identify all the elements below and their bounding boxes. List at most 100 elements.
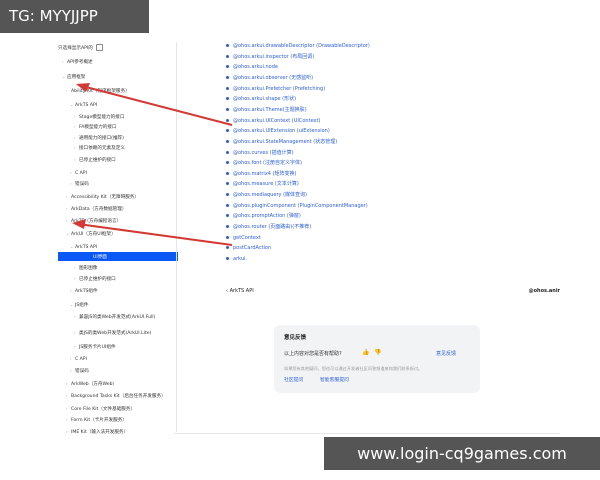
api-link-text[interactable]: @ohos.arkui.UIExtension (uiExtension) (233, 128, 330, 134)
sidebar-item[interactable]: › 通用能力的接口(推荐) (58, 133, 124, 142)
feedback-suggest-link[interactable]: 意见反馈 (436, 350, 456, 357)
sidebar-item-label: Background Tasks Kit（后台任务开发服务） (71, 394, 166, 399)
sidebar-item[interactable]: › Form Kit（卡片开发服务） (58, 415, 127, 424)
thumb-down-icon[interactable]: 👎 (374, 349, 382, 357)
bullet-icon (226, 97, 229, 101)
sidebar-item-label: 类JS的类Web开发范式(ArkUI.Lite) (79, 331, 152, 336)
sidebar-item[interactable]: › Accessibility Kit（无障碍服务） (58, 192, 139, 201)
sidebar-item[interactable]: › 错误码 (58, 179, 89, 188)
api-filter-toggle[interactable]: 只选择显示API的 (58, 44, 104, 53)
sidebar-item[interactable]: › 图形图像 (58, 263, 97, 272)
sidebar-item[interactable]: › 类JS的类Web开发范式(ArkUI.Lite) (58, 328, 151, 337)
api-link-item[interactable]: @ohos.arkui.UIContext (UIContext) (226, 117, 320, 126)
api-link-item[interactable]: @ohos.pluginComponent (PluginComponentMa… (226, 202, 368, 211)
api-link-text[interactable]: postCardAction (233, 245, 271, 251)
sidebar-item[interactable]: › ArkWeb（方舟Web） (58, 379, 117, 388)
sidebar-item[interactable]: › JS服务卡片UI组件 (58, 342, 116, 351)
api-link-text[interactable]: @ohos.router (页面路由)(不推荐) (233, 224, 311, 230)
api-link-text[interactable]: @ohos.font (注册自定义字体) (233, 160, 302, 166)
sidebar-item-label: Accessibility Kit（无障碍服务） (71, 195, 139, 200)
sidebar-item[interactable]: ⌄ ArkUI（方舟UI框架） (58, 229, 116, 238)
api-link-text[interactable]: @ohos.mediaquery (媒体查询) (233, 192, 307, 198)
api-link-text[interactable]: @ohos.arkui.UIContext (UIContext) (233, 118, 320, 124)
sidebar-item-label: FA模型能力的接口 (79, 125, 117, 130)
api-link-item[interactable]: @ohos.matrix4 (矩阵变换) (226, 170, 296, 179)
api-link-item[interactable]: @ohos.arkui.inspector (布局回调) (226, 53, 314, 62)
sidebar-item[interactable]: › ArkTS组件 (58, 286, 98, 295)
sidebar-item[interactable]: › Core File Kit（文件基础服务） (58, 404, 135, 413)
api-link-item[interactable]: @ohos.arkui.UIExtension (uiExtension) (226, 127, 330, 136)
sidebar-item[interactable]: › 兼容JS的类Web开发范式(ArkUI.Full) (58, 312, 155, 321)
api-link-text[interactable]: @ohos.curves (插值计算) (233, 150, 294, 156)
sidebar-item[interactable]: › IME Kit（输入法开发服务） (58, 427, 128, 436)
sidebar-item-label: Stage模型能力的接口 (79, 115, 125, 120)
api-link-item[interactable]: @ohos.arkui.Theme(主题换肤) (226, 106, 307, 115)
api-link-item[interactable]: @ohos.arkui.Prefetcher (Prefetching) (226, 85, 325, 94)
api-link-item[interactable]: @ohos.measure (文本计算) (226, 180, 299, 189)
api-link-item[interactable]: @ohos.curves (插值计算) (226, 149, 294, 158)
api-link-item[interactable]: @ohos.router (页面路由)(不推荐) (226, 223, 311, 232)
api-link-item[interactable]: @ohos.arkui.StateManagement (状态管理) (226, 138, 337, 147)
sidebar-item[interactable]: ⌄ 应用框架 (58, 72, 85, 81)
bullet-icon (226, 54, 229, 58)
api-filter-checkbox[interactable] (96, 44, 104, 51)
sidebar-item[interactable]: › Background Tasks Kit（后台任务开发服务） (58, 391, 166, 400)
sidebar-item[interactable]: ›UI界面 (58, 252, 178, 261)
api-link-item[interactable]: @ohos.arkui.drawableDescriptor (Drawable… (226, 42, 370, 51)
sidebar-item-label: ArkTS（方舟编程语言） (71, 219, 122, 224)
prev-page-link[interactable]: ‹ ArkTS API (226, 288, 254, 294)
sidebar-item[interactable]: ⌄ JS组件 (58, 300, 88, 309)
next-page-link[interactable]: @ohos.anir (529, 288, 560, 294)
api-link-item[interactable]: @ohos.arkui.shape (形状) (226, 95, 296, 104)
sidebar-item[interactable]: › ArkTS（方舟编程语言） (58, 216, 121, 225)
api-nav-sidebar: 只选择显示API的 › API参考概述 ⌄ 应用框架 › Ability Kit（程序框架… (58, 40, 178, 440)
api-link-text[interactable]: getContext (233, 235, 261, 241)
api-link-text[interactable]: @ohos.arkui.inspector (布局回调) (233, 54, 314, 60)
api-link-item[interactable]: @ohos.font (注册自定义字体) (226, 159, 302, 168)
api-link-item[interactable]: arkui. (226, 255, 247, 264)
api-link-text[interactable]: @ohos.arkui.node (233, 64, 278, 70)
sidebar-item[interactable]: › 接口依赖的元素及定义 (58, 143, 125, 152)
api-link-text[interactable]: arkui. (233, 256, 247, 262)
api-link-text[interactable]: @ohos.promptAction (弹窗) (233, 213, 301, 219)
sidebar-item[interactable]: › Ability Kit（程序框架服务） (58, 86, 130, 95)
api-link-text[interactable]: @ohos.arkui.shape (形状) (233, 96, 296, 102)
sidebar-item[interactable]: › Stage模型能力的接口 (58, 112, 124, 121)
api-link-item[interactable]: postCardAction (226, 244, 271, 253)
api-link-item[interactable]: @ohos.promptAction (弹窗) (226, 212, 301, 221)
api-link-text[interactable]: @ohos.arkui.StateManagement (状态管理) (233, 139, 337, 145)
api-link-item[interactable]: getContext (226, 234, 261, 243)
community-question-link[interactable]: 社区提问 (284, 376, 303, 383)
sidebar-item-label: ArkTS组件 (75, 289, 98, 294)
api-link-text[interactable]: @ohos.pluginComponent (PluginComponentMa… (233, 203, 368, 209)
bullet-icon (226, 214, 229, 218)
api-link-text[interactable]: @ohos.matrix4 (矩阵变换) (233, 171, 296, 177)
api-link-item[interactable]: @ohos.arkui.observer (无感监听) (226, 74, 313, 83)
sidebar-item-label: API参考概述 (67, 60, 93, 65)
sidebar-item[interactable]: › ArkData（方舟数据管理） (58, 204, 126, 213)
api-link-text[interactable]: @ohos.measure (文本计算) (233, 181, 299, 187)
sidebar-item[interactable]: ⌄ ArkTS API (58, 242, 97, 251)
api-link-item[interactable]: @ohos.mediaquery (媒体查询) (226, 191, 307, 200)
sidebar-item[interactable]: › C API (58, 168, 87, 177)
bullet-icon (226, 139, 229, 143)
api-link-text[interactable]: @ohos.arkui.observer (无感监听) (233, 75, 313, 81)
api-link-text[interactable]: @ohos.arkui.Theme(主题换肤) (233, 107, 307, 113)
sidebar-item[interactable]: › API参考概述 (58, 57, 93, 66)
sidebar-item[interactable]: ›IPC Kit（进程间通信服务） (58, 438, 127, 440)
page-navigation: ‹ ArkTS API @ohos.anir (226, 288, 560, 298)
sidebar-item[interactable]: ⌄ ArkTS API (58, 100, 97, 109)
api-link-text[interactable]: @ohos.arkui.drawableDescriptor (Drawable… (233, 43, 370, 49)
sidebar-item[interactable]: › 已停止维护的接口 (58, 274, 116, 283)
smart-qa-link[interactable]: 智能客服提问 (320, 376, 349, 383)
watermark-top: TG: MYYJJPP (0, 0, 149, 33)
api-link-item[interactable]: @ohos.arkui.node (226, 63, 278, 72)
thumb-up-icon[interactable]: 👍 (362, 349, 370, 357)
sidebar-item[interactable]: › C API (58, 354, 87, 363)
sidebar-item-label: ArkData（方舟数据管理） (71, 207, 127, 212)
sidebar-item[interactable]: › FA模型能力的接口 (58, 122, 117, 131)
sidebar-item[interactable]: › 错误码 (58, 366, 89, 375)
sidebar-item[interactable]: › 已停止维护的接口 (58, 155, 116, 164)
sidebar-item-label: 错误码 (75, 182, 89, 187)
api-link-text[interactable]: @ohos.arkui.Prefetcher (Prefetching) (233, 86, 325, 92)
